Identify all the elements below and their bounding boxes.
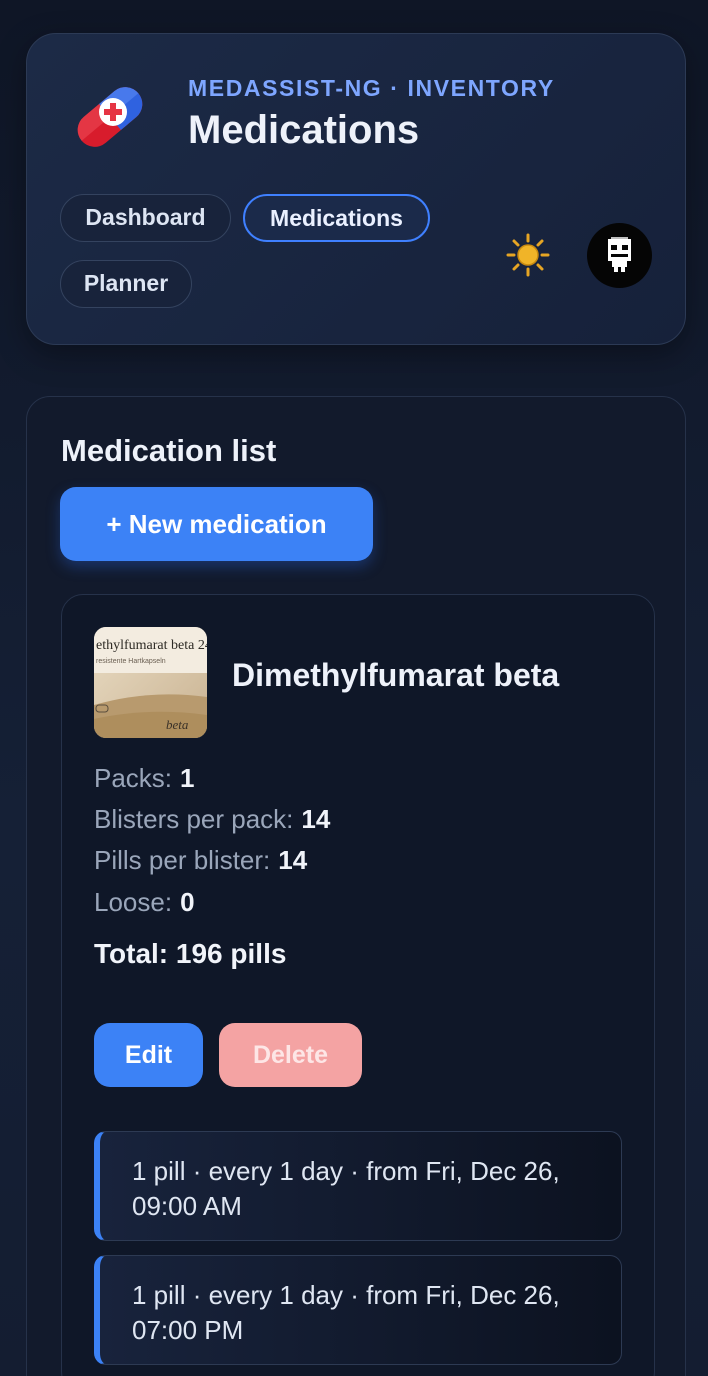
edit-button[interactable]: Edit [94, 1023, 203, 1087]
sun-icon[interactable] [505, 232, 551, 278]
stat-label: Blisters per pack: [94, 804, 294, 834]
schedule-item[interactable]: 1 pill · every 1 day · from Fri, Dec 26,… [94, 1131, 622, 1241]
medication-list-panel: Medication list + New medication ethylfu… [26, 396, 686, 1376]
robot-avatar-icon[interactable] [587, 223, 652, 288]
stat-label: Loose: [94, 887, 173, 917]
nav-medications[interactable]: Medications [243, 194, 430, 242]
delete-button[interactable]: Delete [219, 1023, 362, 1087]
section-title: Medication list [61, 433, 277, 468]
schedule-item[interactable]: 1 pill · every 1 day · from Fri, Dec 26,… [94, 1255, 622, 1365]
stat-blisters-per-pack: Blisters per pack: 14 [94, 804, 330, 835]
nav-planner[interactable]: Planner [60, 260, 192, 308]
stat-value: 1 [180, 763, 195, 793]
nav-dashboard[interactable]: Dashboard [60, 194, 231, 242]
stat-label: Pills per blister: [94, 845, 271, 875]
new-medication-button[interactable]: + New medication [60, 487, 373, 561]
stat-label: Packs: [94, 763, 173, 793]
pill-capsule-icon [69, 76, 151, 158]
thumbnail-brand: beta [166, 717, 189, 732]
thumbnail-text: ethylfumarat beta 24 [96, 638, 207, 653]
stat-packs: Packs: 1 [94, 763, 195, 794]
stat-pills-per-blister: Pills per blister: 14 [94, 845, 307, 876]
app-eyebrow: MEDASSIST-NG · INVENTORY [188, 75, 555, 101]
medication-thumbnail[interactable]: ethylfumarat beta 24 resistente Hartkaps… [94, 627, 207, 738]
page-title: Medications [188, 108, 420, 152]
stat-loose: Loose: 0 [94, 887, 195, 918]
stat-value: 14 [301, 804, 331, 834]
total-pills: Total: 196 pills [94, 938, 287, 969]
stat-value: 0 [180, 887, 195, 917]
app-header: MEDASSIST-NG · INVENTORY Medications Das… [26, 33, 686, 345]
thumbnail-subtext: resistente Hartkapseln [96, 658, 166, 665]
stat-value: 14 [278, 845, 308, 875]
medication-name: Dimethylfumarat beta [232, 657, 560, 693]
medication-card: ethylfumarat beta 24 resistente Hartkaps… [61, 594, 655, 1376]
